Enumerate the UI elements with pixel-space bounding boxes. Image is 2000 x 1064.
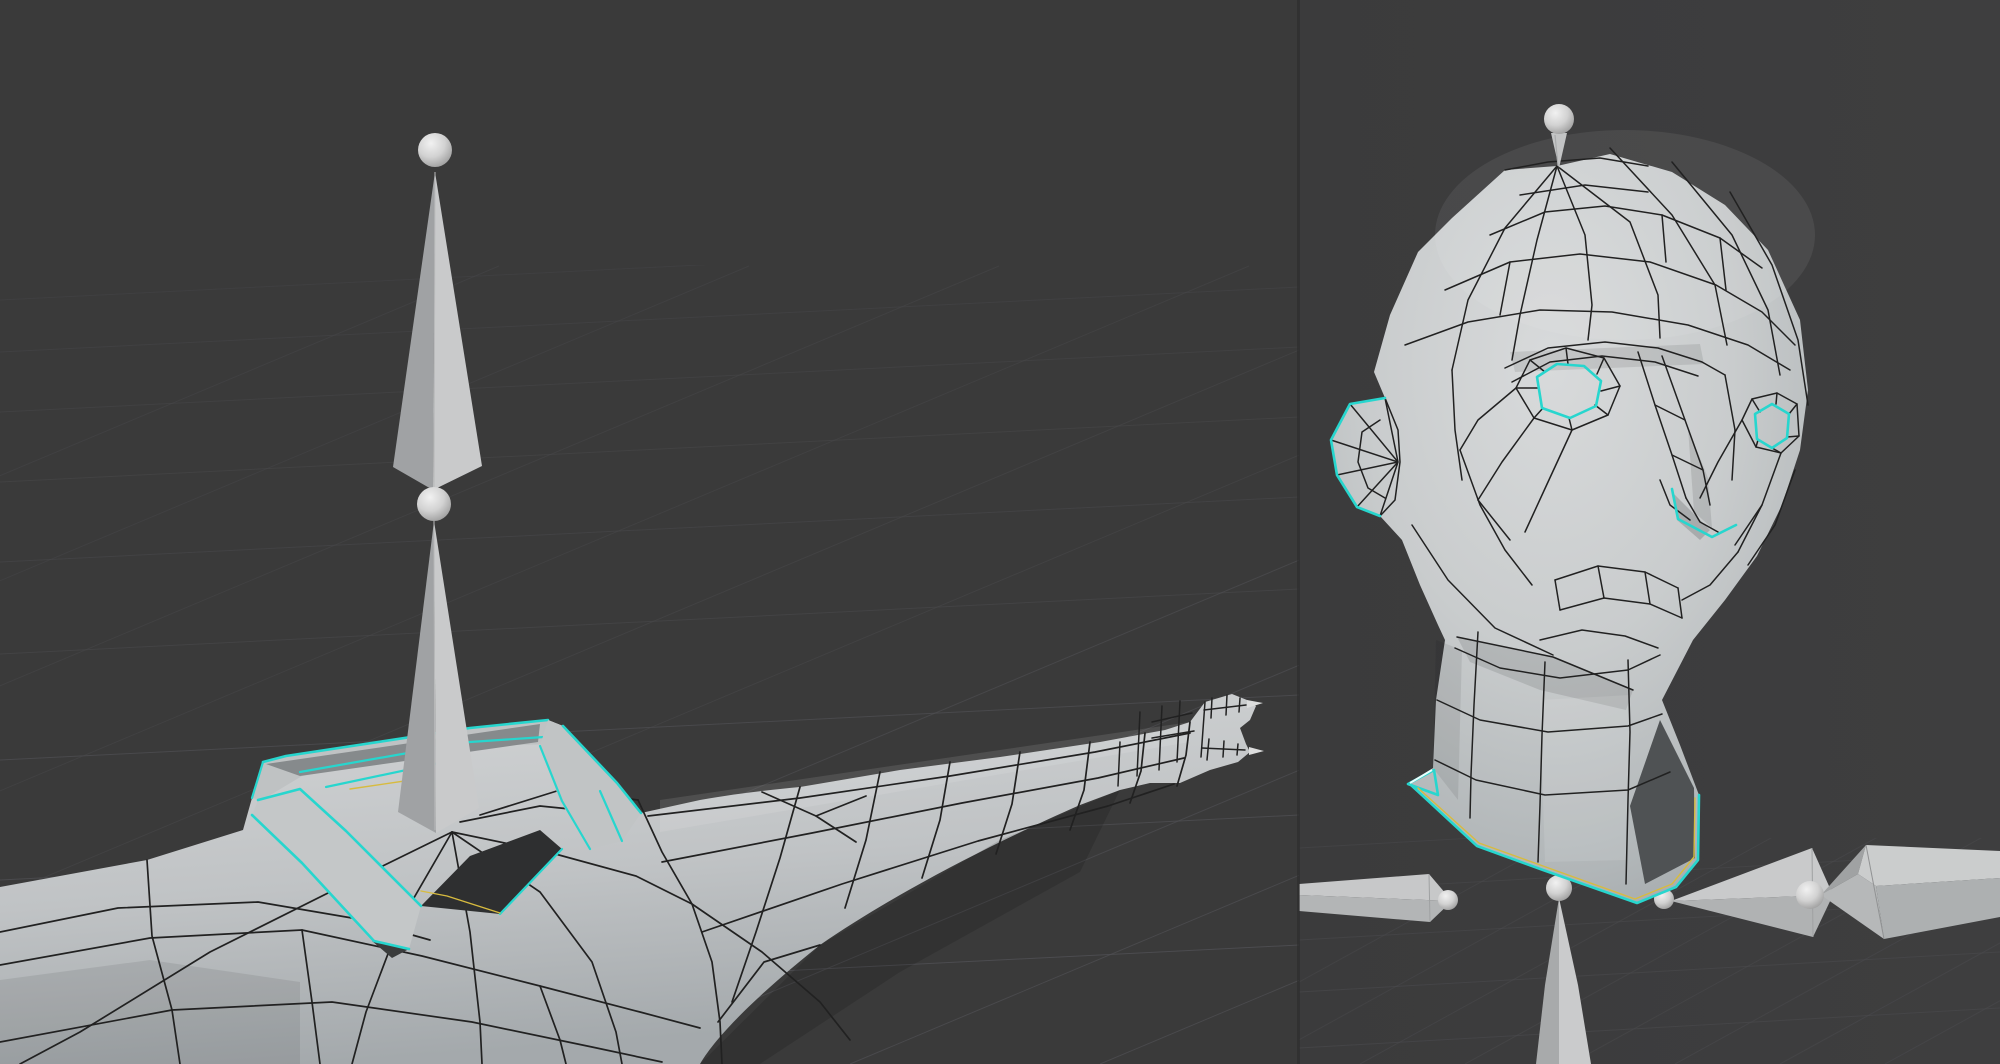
bone-joint-sphere-left[interactable] (1438, 890, 1458, 910)
torso-lower-shadow (0, 960, 300, 1064)
viewport-canvas[interactable] (0, 0, 2000, 1064)
viewport-3d[interactable] (0, 0, 2000, 1064)
viewport-divider[interactable] (1297, 0, 1300, 1064)
bone-joint-sphere-mid[interactable] (417, 487, 451, 521)
bone-joint-sphere-head-top[interactable] (1544, 104, 1574, 134)
neck-front-highlight (1540, 695, 1630, 862)
bone-joint-sphere-far-right[interactable] (1796, 881, 1824, 909)
bone-joint-sphere-top[interactable] (418, 133, 452, 167)
